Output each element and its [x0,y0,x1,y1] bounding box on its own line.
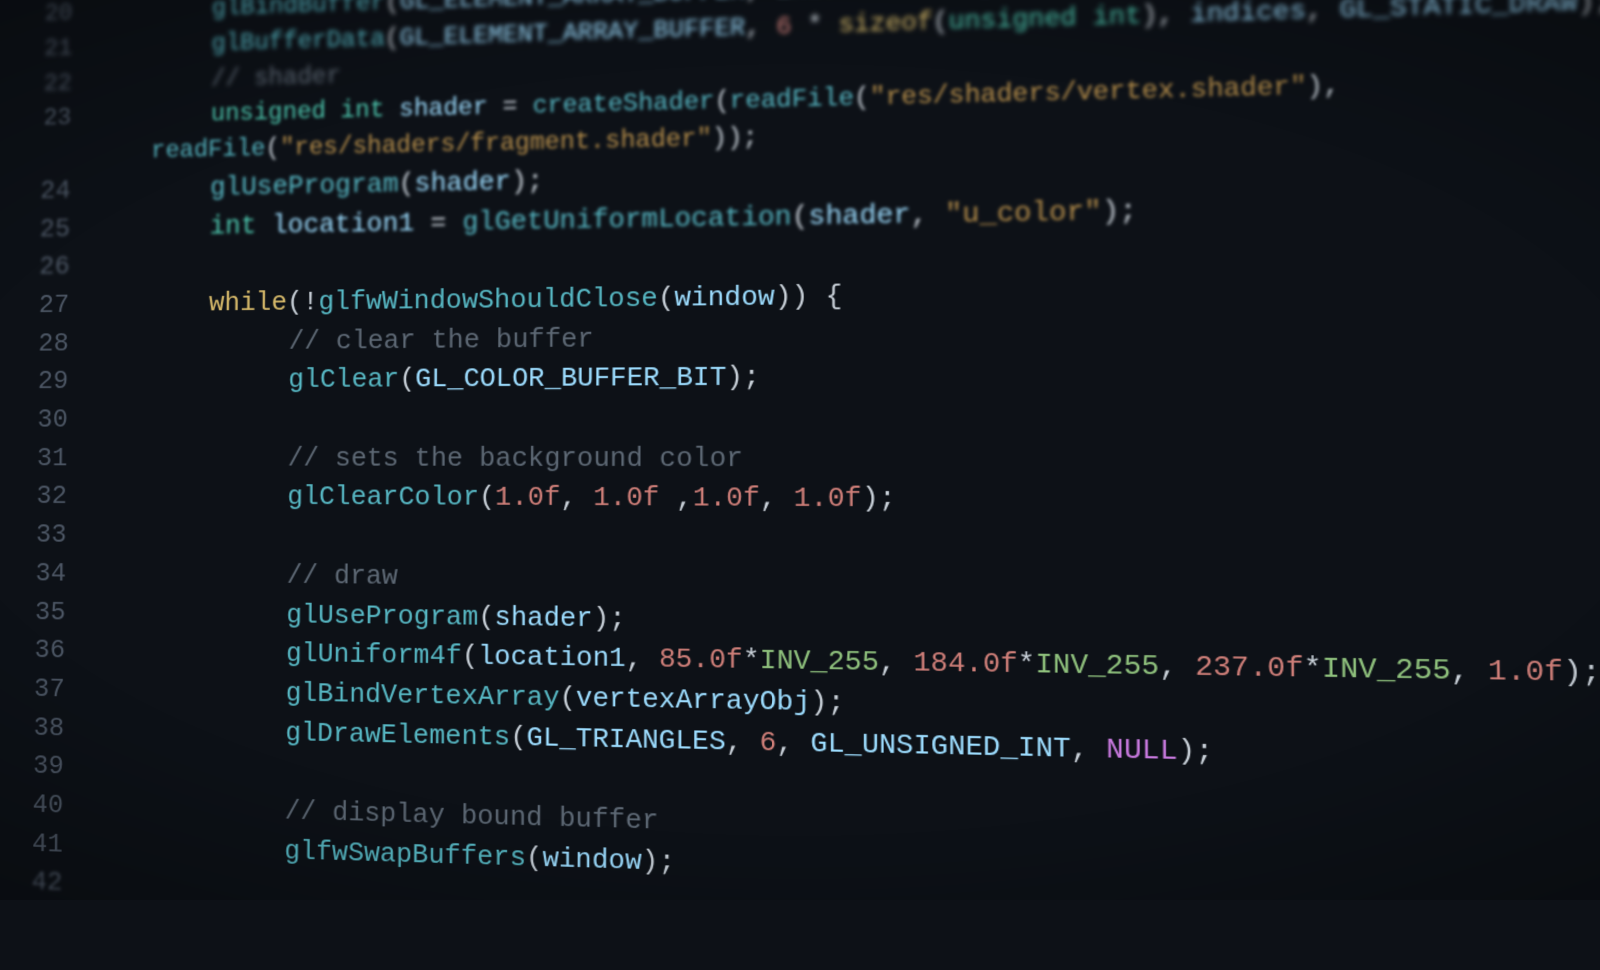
line-number: 33 [0,516,88,555]
line-number: 31 [0,440,89,478]
comment: // draw [287,560,398,592]
line-number: 22 [4,66,93,103]
comment: // sets the background color [288,442,743,474]
line-number: 41 [0,824,85,865]
comment: // display bound buffer [285,795,659,837]
line-number: 29 [0,363,90,402]
line-number: 40 [0,785,85,826]
line-number: 36 [0,631,87,671]
line-number: 23 [3,101,93,138]
line-number: 35 [0,593,87,633]
line-number: 30 [0,401,90,439]
line-number: 42 [0,862,84,904]
line-number: 32 [0,478,89,517]
line-number: 21 [4,31,93,69]
comment: // clear the buffer [289,323,594,357]
comment: // shader [211,62,341,93]
line-number: 25 [2,210,92,250]
line-number: 27 [1,286,91,325]
line-number: 34 [0,554,88,593]
line-number: 24 [3,172,93,212]
code-line[interactable]: 30 [0,395,1600,439]
line-number: 39 [0,746,85,787]
line-number: 26 [2,248,92,287]
code-line[interactable]: 31 // sets the background color [0,438,1600,481]
line-number: 37 [0,669,86,709]
editor-viewport: 20glBindBuffer(GL_ELEMENT_ARRAY_BUFFER, … [0,0,1600,969]
line-number: 38 [0,708,86,749]
line-number: 28 [1,325,91,364]
line-number: 20 [5,0,94,34]
